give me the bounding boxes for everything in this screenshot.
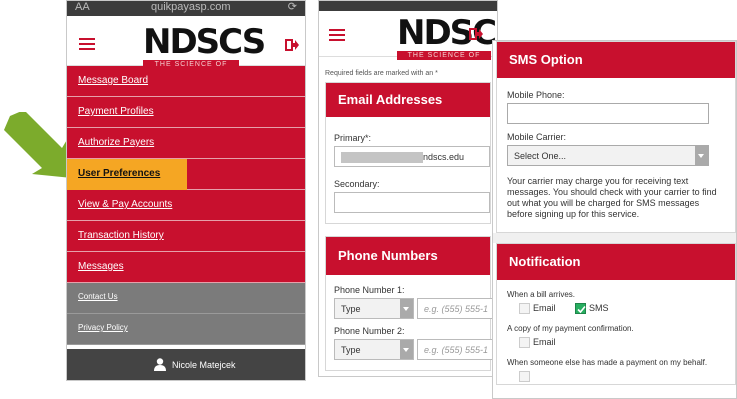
menu-item-label: Message Board [78,75,149,86]
bill-email-label: Email [533,303,556,313]
chevron-down-icon [695,146,708,165]
bill-sms-label: SMS [589,303,609,313]
phone-2-input[interactable]: e.g. (555) 555-1 [417,339,497,360]
sms-option-heading: SMS Option [497,42,735,78]
confirmation-email-checkbox[interactable] [519,337,530,348]
phone-numbers-card: Phone Numbers Phone Number 1: Type e.g. … [325,236,497,371]
redacted-email [341,152,423,163]
menu-item-label: User Preferences [78,168,161,179]
user-bar[interactable]: Nicole Matejcek [67,349,305,380]
notification-card: Notification When a bill arrives. Email … [496,243,736,385]
mobile-menu-screen: AA quikpayasp.com ⟳ NDSCS THE SCIENCE OF… [66,0,306,381]
menu-item-label: Privacy Policy [78,323,128,332]
hamburger-icon[interactable] [329,29,345,41]
bill-email-checkbox[interactable] [519,303,530,314]
url-text: quikpayasp.com [151,1,231,13]
menu-item-authorize-payers[interactable]: Authorize Payers [67,128,305,159]
primary-email-value: ndscs.edu [423,152,465,162]
text-size-button[interactable]: AA [75,1,90,14]
payment-on-behalf-label: When someone else has made a payment on … [507,358,708,367]
menu-item-message-board[interactable]: Message Board [67,66,305,97]
bill-arrives-options: Email SMS [519,300,735,316]
menu-item-privacy-policy[interactable]: Privacy Policy [67,314,305,345]
phone-1-type-select[interactable]: Type [334,298,414,319]
browser-url-bar[interactable]: AA quikpayasp.com ⟳ [67,1,305,16]
reload-icon[interactable]: ⟳ [288,1,297,14]
payment-on-behalf-options [519,368,735,384]
primary-email-field[interactable]: ndscs.edu [334,146,490,167]
app-header: NDSCS THE SCIENCE OF SUCCESS [67,16,305,69]
on-behalf-email-checkbox[interactable] [519,371,530,382]
chevron-down-icon [400,340,413,359]
logo-tagline: THE SCIENCE OF SUCCESS [397,51,491,60]
logout-icon[interactable] [285,38,299,52]
menu-item-label: Transaction History [78,230,164,241]
select-value: Select One... [514,151,567,161]
notification-heading: Notification [497,244,735,280]
confirmation-email-label: Email [533,337,556,347]
menu-item-label: Authorize Payers [78,137,155,148]
menu-item-user-preferences[interactable]: User Preferences [67,159,305,190]
menu-item-label: Payment Profiles [78,106,154,117]
menu-item-label: Contact Us [78,292,118,301]
menu-item-messages[interactable]: Messages [67,252,305,283]
ndscs-logo: NDSCS THE SCIENCE OF SUCCESS [143,22,266,69]
user-profile-screen: NDSCS THE SCIENCE OF SUCCESS Required fi… [318,0,498,377]
menu-item-view-pay-accounts[interactable]: View & Pay Accounts [67,190,305,221]
phone-1-row: Type e.g. (555) 555-1 [334,298,497,319]
bill-sms-checkbox[interactable] [575,303,586,314]
payment-confirmation-options: Email [519,334,735,350]
mobile-phone-label: Mobile Phone: [507,90,565,100]
input-placeholder: e.g. (555) 555-1 [424,304,489,314]
chevron-down-icon [400,299,413,318]
required-fields-note: Required fields are marked with an * [325,70,438,77]
bill-arrives-label: When a bill arrives. [507,290,576,299]
email-addresses-heading: Email Addresses [326,83,490,117]
mobile-carrier-label: Mobile Carrier: [507,132,567,142]
mobile-carrier-select[interactable]: Select One... [507,145,709,166]
menu-item-label: Messages [78,261,124,272]
section-gap [493,233,736,243]
phone-1-input[interactable]: e.g. (555) 555-1 [417,298,497,319]
carrier-charge-note: Your carrier may charge you for receivin… [507,176,717,219]
menu-item-payment-profiles[interactable]: Payment Profiles [67,97,305,128]
phone-2-type-select[interactable]: Type [334,339,414,360]
menu-item-transaction-history[interactable]: Transaction History [67,221,305,252]
phone-1-label: Phone Number 1: [334,285,405,295]
secondary-email-field[interactable] [334,192,490,213]
logo-wordmark: NDSCS [143,22,266,62]
menu-item-label: View & Pay Accounts [78,199,173,210]
primary-email-label: Primary*: [334,133,372,143]
user-name: Nicole Matejcek [172,360,236,370]
input-placeholder: e.g. (555) 555-1 [424,345,489,355]
phone-2-row: Type e.g. (555) 555-1 [334,339,497,360]
phone-2-label: Phone Number 2: [334,326,405,336]
email-addresses-card: Email Addresses Primary*: ndscs.edu Seco… [325,82,491,224]
select-value: Type [341,345,361,355]
sms-notification-screen: SMS Option Mobile Phone: Mobile Carrier:… [492,40,737,399]
user-icon [154,358,166,371]
sms-option-card: SMS Option Mobile Phone: Mobile Carrier:… [496,41,736,233]
payment-confirmation-label: A copy of my payment confirmation. [507,324,634,333]
phone-numbers-heading: Phone Numbers [326,237,490,275]
secondary-email-label: Secondary: [334,179,380,189]
menu-item-contact-us[interactable]: Contact Us [67,283,305,314]
app-header: NDSCS THE SCIENCE OF SUCCESS [319,11,497,60]
select-value: Type [341,304,361,314]
logout-icon[interactable] [469,27,483,41]
browser-bar [319,1,497,11]
mobile-phone-input[interactable] [507,103,709,124]
hamburger-icon[interactable] [79,38,95,50]
navigation-menu: Message Board Payment Profiles Authorize… [67,66,305,345]
